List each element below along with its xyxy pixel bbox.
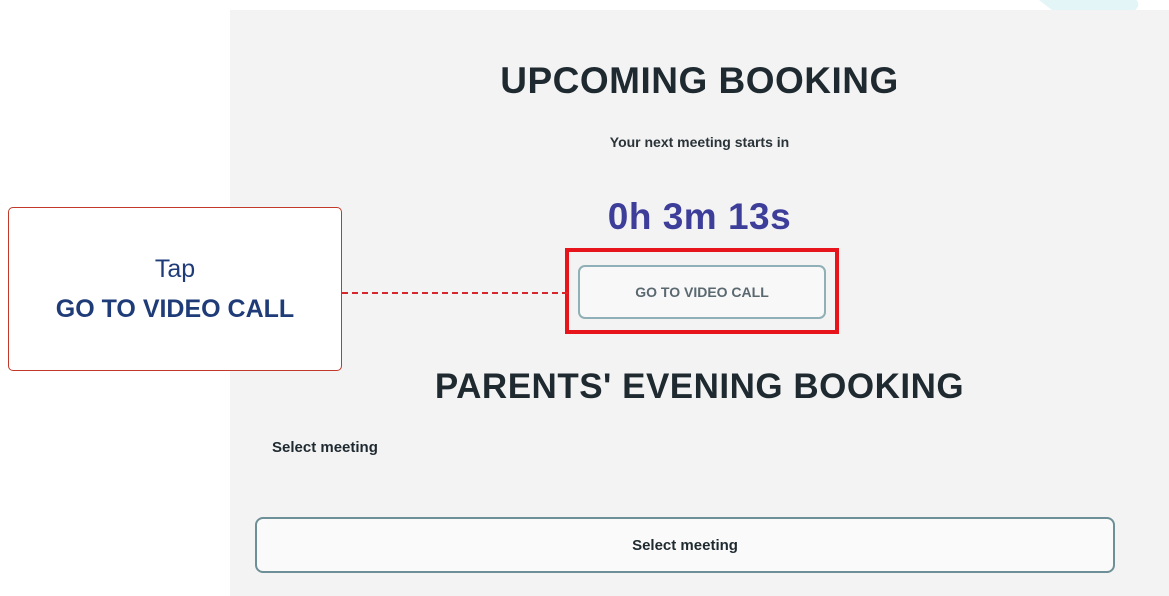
booking-panel: UPCOMING BOOKING Your next meeting start… (230, 10, 1169, 596)
meeting-countdown: 0h 3m 13s (607, 196, 792, 237)
upcoming-booking-heading: UPCOMING BOOKING (500, 60, 899, 101)
callout-action-text: GO TO VIDEO CALL (55, 295, 295, 323)
next-meeting-subtitle: Your next meeting starts in (609, 134, 790, 150)
page: UPCOMING BOOKING Your next meeting start… (0, 0, 1169, 596)
instruction-callout: Tap GO TO VIDEO CALL (8, 207, 342, 371)
parents-evening-booking-heading: PARENTS' EVENING BOOKING (434, 367, 965, 406)
callout-tap-text: Tap (154, 255, 196, 283)
select-meeting-label: Select meeting (272, 439, 378, 456)
select-meeting-button[interactable]: Select meeting (255, 517, 1115, 573)
go-to-video-call-button[interactable]: GO TO VIDEO CALL (578, 265, 826, 319)
callout-connector-line (342, 292, 568, 294)
